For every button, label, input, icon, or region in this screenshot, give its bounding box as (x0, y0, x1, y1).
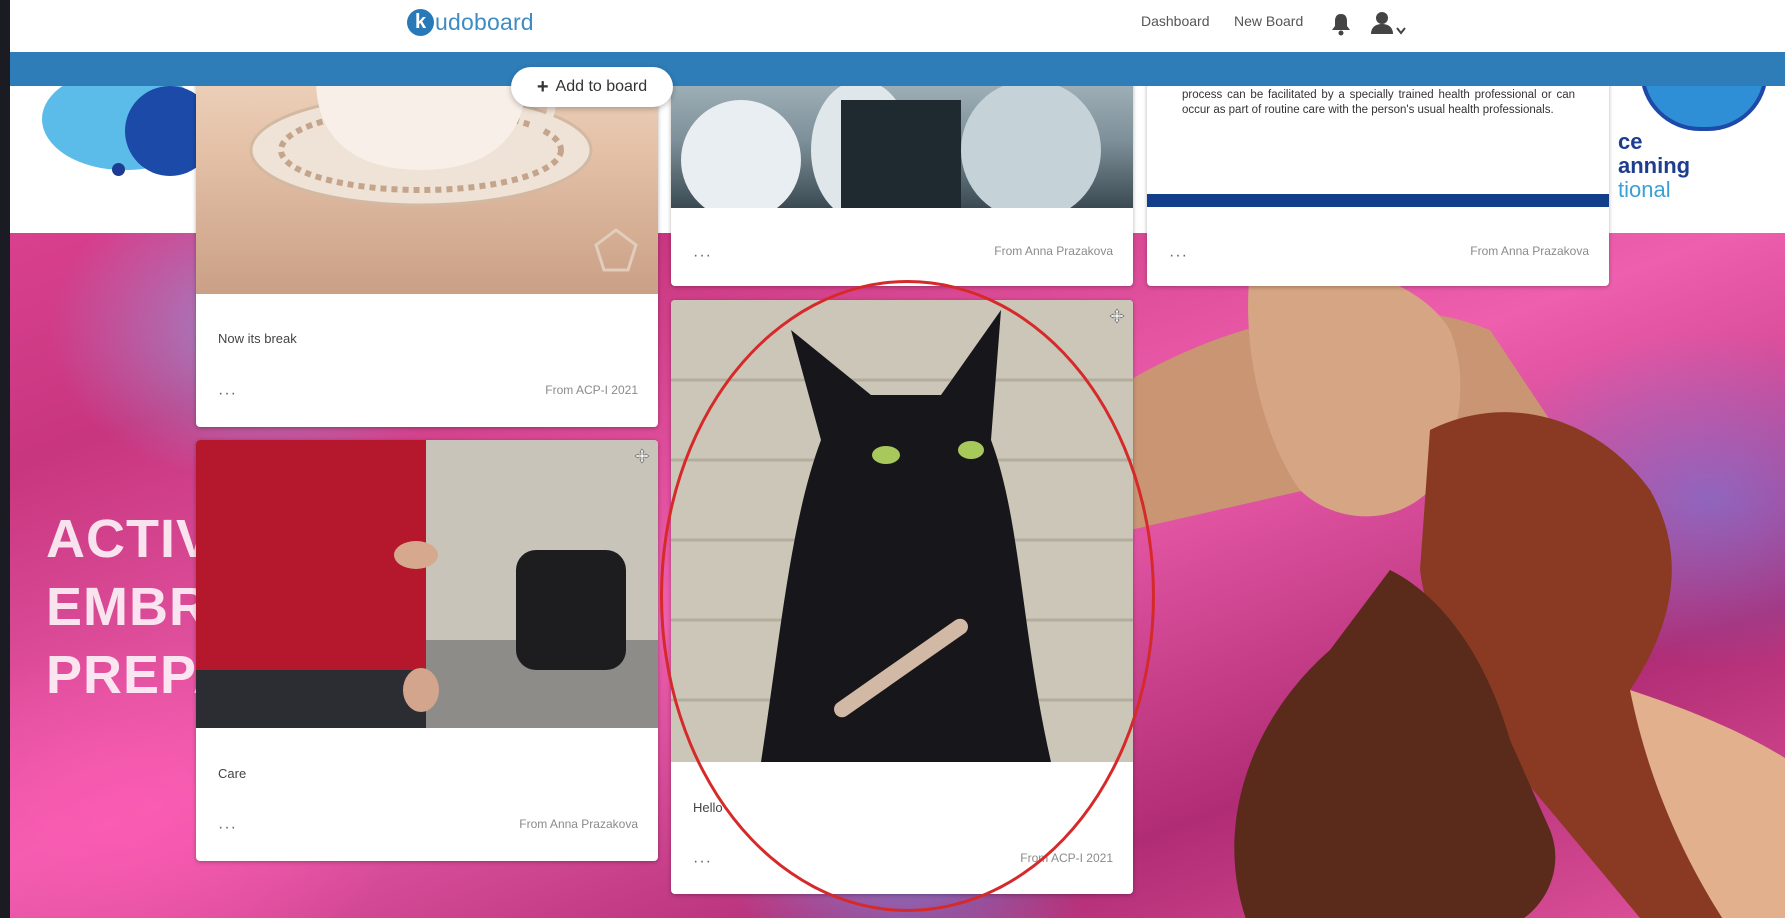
post-message: Hello (693, 800, 723, 815)
plus-icon: + (536, 76, 549, 98)
acp-logo-dot (68, 133, 92, 157)
move-icon[interactable] (1109, 308, 1125, 324)
acp-logo-text: ce anning tional (1618, 129, 1691, 202)
post-image (671, 300, 1133, 762)
post-author: From Anna Prazakova (994, 244, 1113, 258)
bell-icon[interactable] (1330, 12, 1352, 36)
couple-photo (196, 440, 658, 728)
move-icon[interactable] (634, 448, 650, 464)
post-menu-button[interactable]: ··· (218, 820, 237, 836)
post-author: From Anna Prazakova (519, 817, 638, 831)
nav-dashboard-link[interactable]: Dashboard (1141, 13, 1210, 29)
post-card[interactable]: Hello ··· From ACP-I 2021 (671, 300, 1133, 894)
board-canvas: ce anning tional ACTIV EMBR PREPA Now it… (10, 0, 1785, 918)
post-message: Care (218, 766, 247, 781)
post-author: From Anna Prazakova (1470, 244, 1589, 258)
acp-logo-dot (112, 163, 125, 176)
post-message: Now its break (218, 331, 297, 346)
card-divider-bar (1147, 194, 1609, 207)
nav-new-board-link[interactable]: New Board (1234, 13, 1303, 29)
user-menu-icon[interactable] (1370, 10, 1408, 38)
post-text: process can be facilitated by a speciall… (1182, 89, 1575, 116)
top-navigation: k udoboard Dashboard New Board (10, 0, 1785, 53)
post-author: From ACP-I 2021 (545, 383, 638, 397)
post-menu-button[interactable]: ··· (693, 854, 712, 870)
joined-hands-illustration (1130, 270, 1785, 918)
post-card[interactable]: Care ··· From Anna Prazakova (196, 440, 658, 861)
kudoboard-logo[interactable]: k udoboard (407, 9, 534, 36)
post-author: From ACP-I 2021 (1020, 851, 1113, 865)
post-menu-button[interactable]: ··· (693, 248, 712, 264)
post-image (196, 440, 658, 728)
post-menu-button[interactable]: ··· (1169, 248, 1188, 264)
cat-photo (671, 300, 1133, 762)
post-menu-button[interactable]: ··· (218, 386, 237, 402)
add-to-board-button[interactable]: + Add to board (511, 67, 673, 107)
board-toolbar-bar (10, 52, 1785, 86)
